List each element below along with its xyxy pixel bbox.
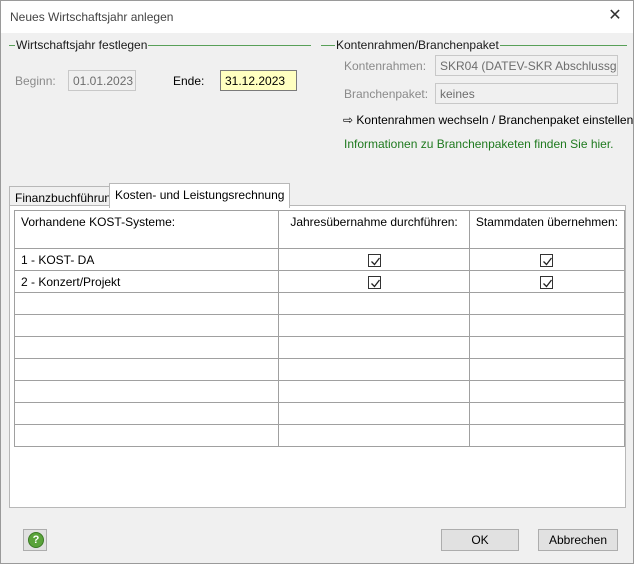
end-field[interactable]: 31.12.2023: [220, 70, 297, 91]
branchenpaket-label: Branchenpaket:: [344, 87, 429, 101]
help-icon: ?: [28, 532, 44, 548]
checkmark-icon: [370, 257, 380, 266]
window-title: Neues Wirtschaftsjahr anlegen: [10, 10, 174, 24]
tab-panel-kost: Vorhandene KOST-Systeme: Jahresübernahme…: [9, 205, 626, 508]
arrow-right-icon: ⇨: [343, 113, 354, 127]
cancel-button[interactable]: Abbrechen: [538, 529, 618, 551]
empty-row: [13, 292, 626, 315]
dialog-window: Neues Wirtschaftsjahr anlegen ✕ Wirtscha…: [0, 0, 634, 564]
group-title-fiscal-year: Wirtschaftsjahr festlegen: [15, 38, 149, 52]
kontenrahmen-label: Kontenrahmen:: [344, 59, 427, 73]
empty-row: [13, 380, 626, 403]
empty-row: [13, 358, 626, 381]
stammdaten-checkbox[interactable]: [540, 275, 554, 289]
empty-row: [13, 402, 626, 425]
branchenpaket-info-link[interactable]: Informationen zu Branchenpaketen finden …: [344, 137, 614, 151]
table-row: 2 - Konzert/Projekt: [13, 270, 626, 293]
title-bar: Neues Wirtschaftsjahr anlegen ✕: [1, 1, 633, 33]
jahresuebernahme-checkbox[interactable]: [367, 275, 381, 289]
ok-button[interactable]: OK: [441, 529, 519, 551]
kontenrahmen-field: SKR04 (DATEV-SKR Abschlussgliede: [435, 55, 618, 76]
table-header-row: Vorhandene KOST-Systeme: Jahresübernahme…: [13, 210, 626, 249]
switch-kontenrahmen-text: Kontenrahmen wechseln / Branchenpaket ei…: [356, 113, 634, 127]
kost-systems-table: Vorhandene KOST-Systeme: Jahresübernahme…: [13, 210, 626, 447]
begin-label: Beginn:: [15, 74, 56, 88]
end-label: Ende:: [173, 74, 205, 88]
table-row: 1 - KOST- DA: [13, 248, 626, 271]
group-title-chart-of-accounts: Kontenrahmen/Branchenpaket: [335, 38, 500, 52]
tab-kosten-leistungsrechnung[interactable]: Kosten- und Leistungsrechnung: [109, 183, 291, 208]
close-icon[interactable]: ✕: [603, 5, 627, 27]
switch-kontenrahmen-link[interactable]: ⇨ Kontenrahmen wechseln / Branchenpaket …: [343, 113, 633, 127]
jahresuebernahme-checkbox[interactable]: [367, 253, 381, 267]
column-header-kost-systeme: Vorhandene KOST-Systeme:: [13, 210, 280, 249]
help-button[interactable]: ?: [23, 529, 47, 551]
kost-system-name: 2 - Konzert/Projekt: [13, 270, 280, 293]
checkmark-icon: [543, 279, 553, 288]
empty-row: [13, 314, 626, 337]
branchenpaket-field: keines: [435, 83, 618, 104]
column-header-stammdaten: Stammdaten übernehmen:: [468, 210, 626, 249]
column-header-jahresuebernahme: Jahresübernahme durchführen:: [278, 210, 470, 249]
checkmark-icon: [370, 279, 380, 288]
stammdaten-checkbox[interactable]: [540, 253, 554, 267]
kost-system-name: 1 - KOST- DA: [13, 248, 280, 271]
empty-row: [13, 336, 626, 359]
begin-field: 01.01.2023: [68, 70, 136, 91]
checkmark-icon: [543, 257, 553, 266]
empty-row: [13, 424, 626, 447]
